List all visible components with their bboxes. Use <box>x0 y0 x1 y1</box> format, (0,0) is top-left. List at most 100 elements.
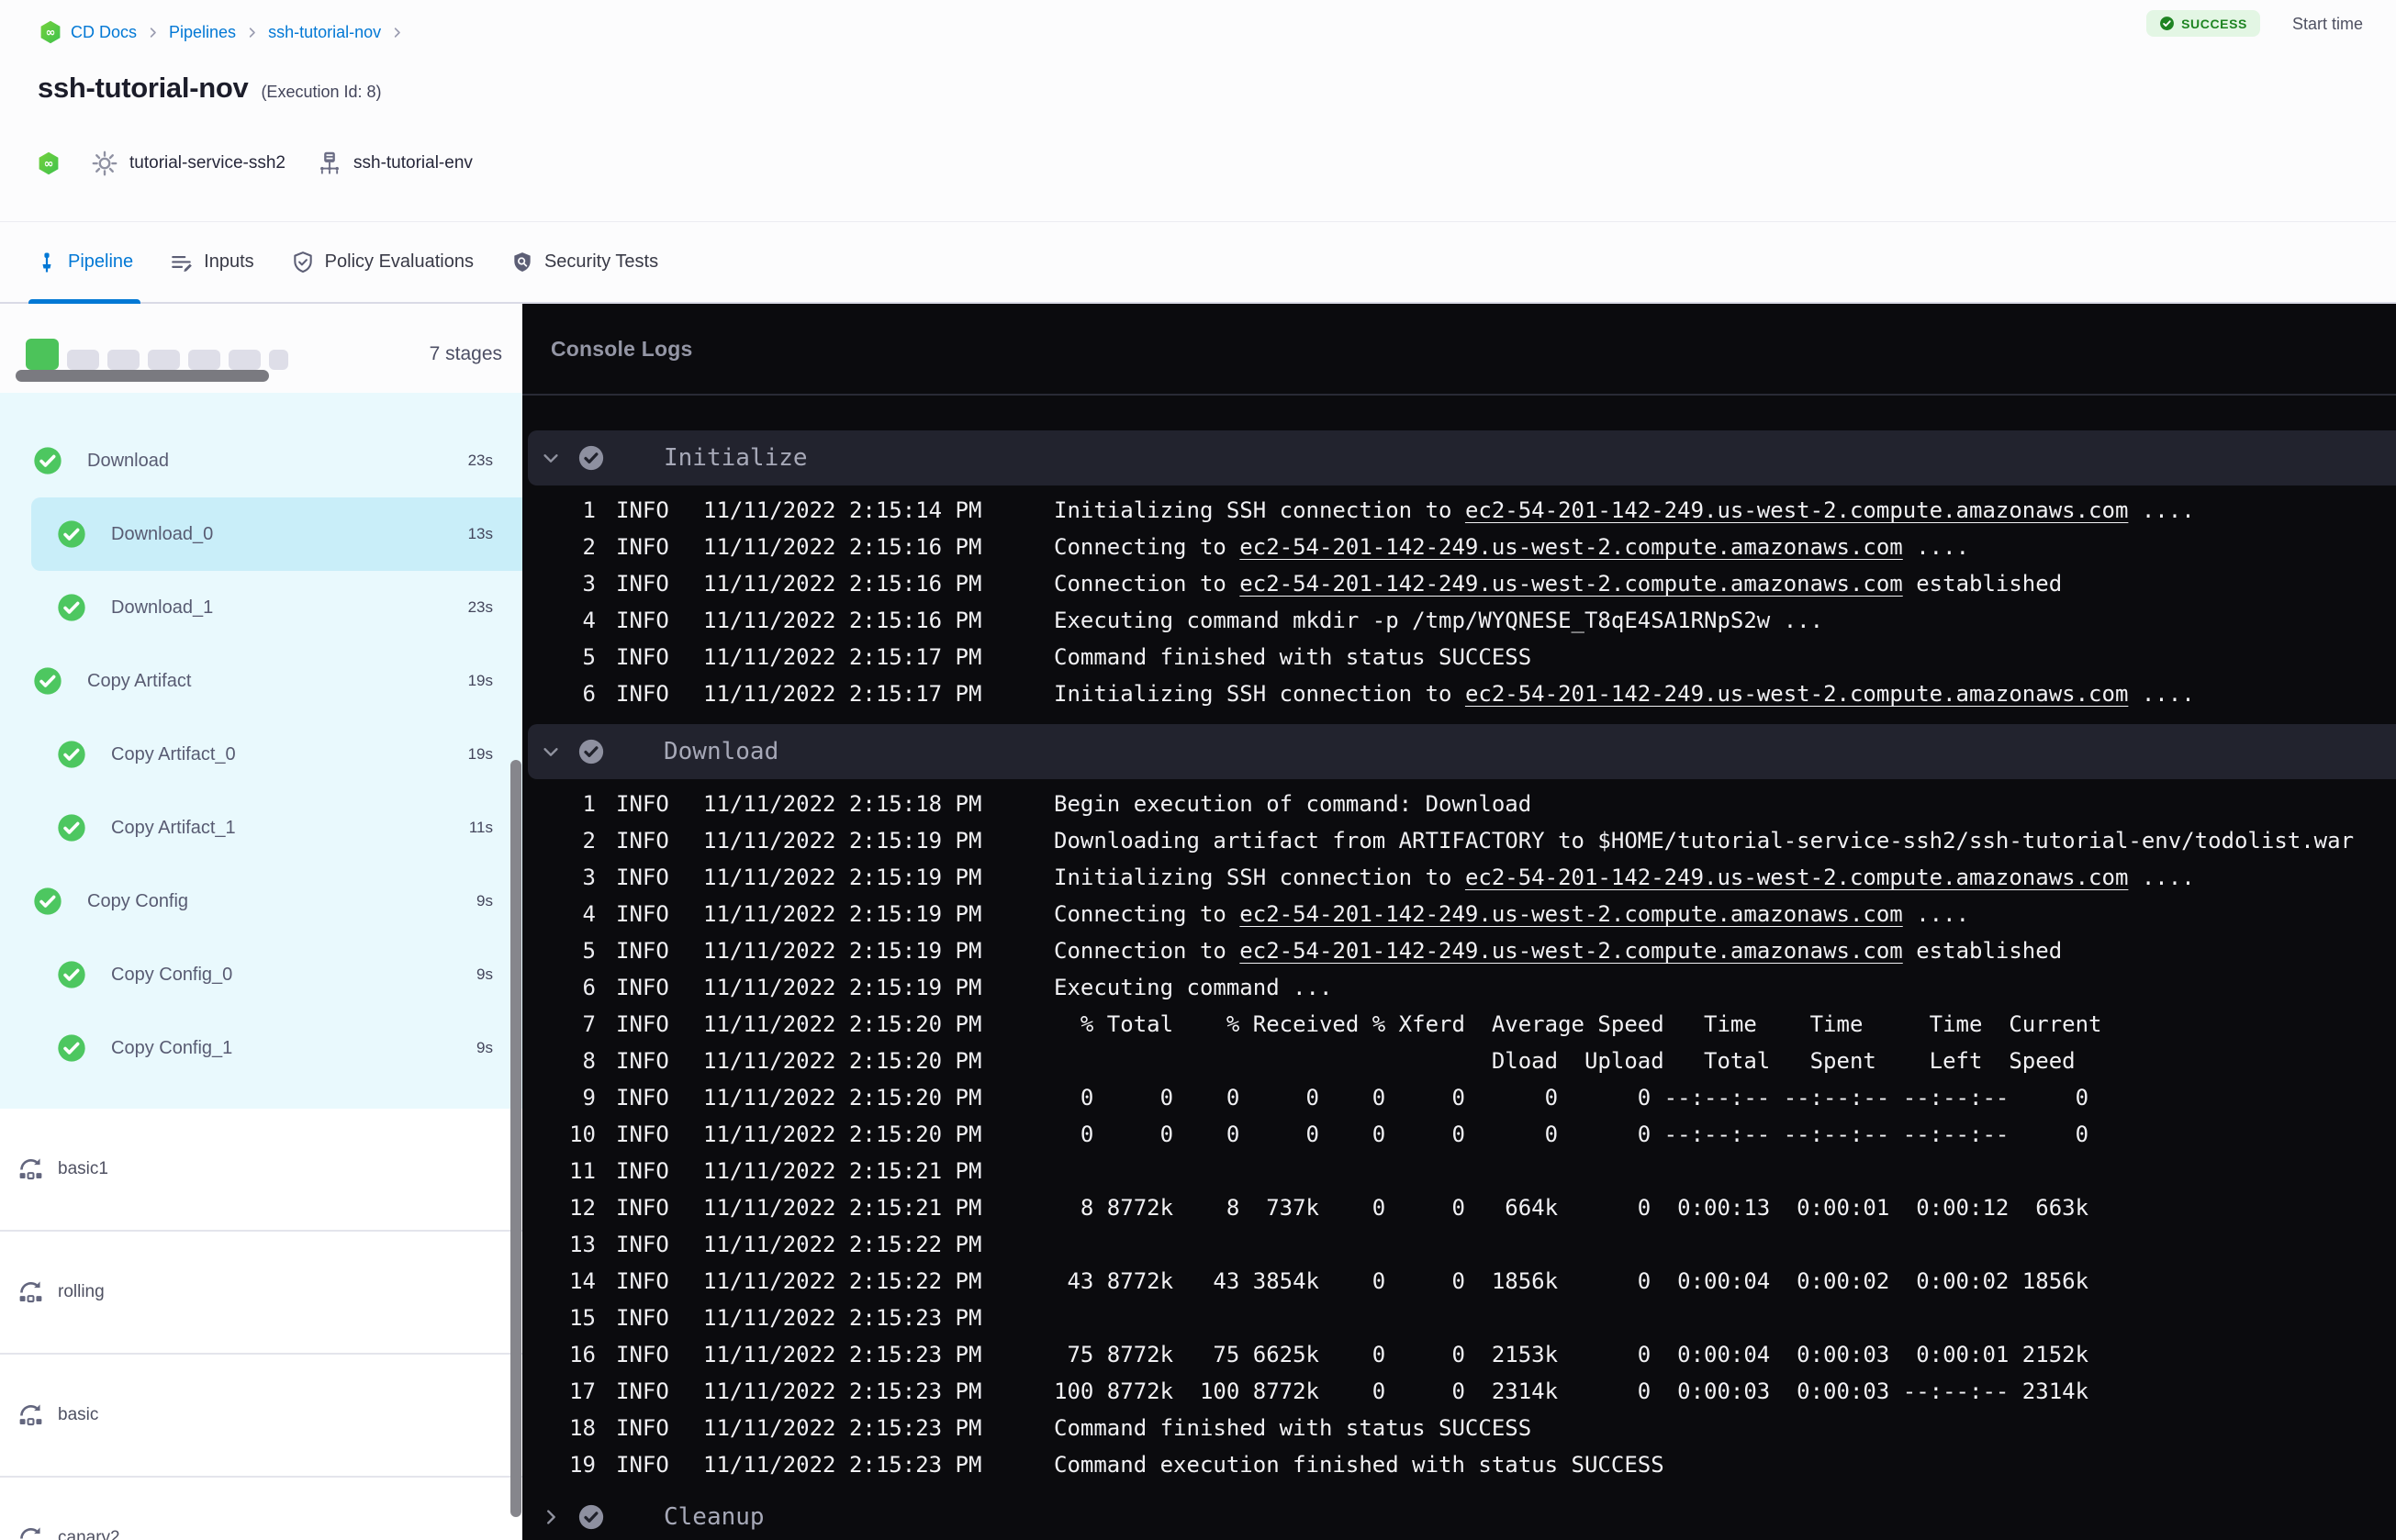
gear-icon <box>91 150 118 177</box>
log-text: Connection to <box>1054 571 1240 597</box>
log-line-number: 5 <box>582 644 596 670</box>
log-level: INFO <box>616 534 669 560</box>
breadcrumb: ∞ CD Docs Pipelines ssh-tutorial-nov <box>39 18 404 46</box>
host-row[interactable]: rolling <box>0 1232 522 1355</box>
log-message: Initializing SSH connection to ec2-54-20… <box>1054 497 2396 523</box>
stage-name: Copy Artifact <box>87 670 192 691</box>
host-row[interactable]: basic <box>0 1355 522 1478</box>
stage-row[interactable]: Copy Config_0 9s <box>0 938 522 1011</box>
stage-row[interactable]: Download_0 13s <box>31 497 522 571</box>
log-section-title: Initialize <box>664 444 808 472</box>
log-host-link[interactable]: ec2-54-201-142-249.us-west-2.compute.ama… <box>1239 571 1902 597</box>
log-timestamp: 11/11/2022 2:15:17 PM <box>703 644 982 670</box>
stage-progress-segment <box>67 350 99 370</box>
tab-pipeline[interactable]: Pipeline <box>28 222 141 304</box>
log-line-number: 4 <box>582 901 596 927</box>
log-level: INFO <box>616 1415 669 1441</box>
stage-duration: 19s <box>467 672 493 689</box>
log-message: 8 8772k 8 737k 0 0 664k 0 0:00:13 0:00:0… <box>1054 1195 2396 1221</box>
sidebar-scrollbar[interactable] <box>510 760 521 1517</box>
log-level: INFO <box>616 1305 669 1331</box>
log-host-link[interactable]: ec2-54-201-142-249.us-west-2.compute.ama… <box>1239 901 1902 927</box>
log-host-link[interactable]: ec2-54-201-142-249.us-west-2.compute.ama… <box>1239 534 1902 560</box>
stage-name: Download_1 <box>111 597 214 618</box>
stage-row[interactable]: Copy Config_1 9s <box>0 1011 522 1085</box>
log-line-number: 18 <box>569 1415 596 1441</box>
log-message: 0 0 0 0 0 0 0 0 --:--:-- --:--:-- --:--:… <box>1054 1085 2396 1110</box>
log-line-number: 6 <box>582 975 596 1000</box>
tab-security-tests[interactable]: Security Tests <box>510 222 658 302</box>
host-label: canary2 <box>58 1528 120 1540</box>
breadcrumb-link[interactable]: Pipelines <box>169 23 236 42</box>
log-line: 13 INFO 11/11/2022 2:15:22 PM <box>522 1226 2396 1263</box>
tab-policy-evaluations[interactable]: Policy Evaluations <box>291 222 474 302</box>
stage-row[interactable]: Download 23s <box>0 424 522 497</box>
stages-count: 7 stages <box>429 343 502 364</box>
check-circle-green-icon <box>33 666 62 696</box>
check-circle-green-icon <box>57 813 86 843</box>
status-badge-label: SUCCESS <box>2181 16 2247 31</box>
log-text: Command execution finished with status S… <box>1054 1452 1664 1478</box>
start-time-label: Start time <box>2292 15 2364 33</box>
chevron-down-icon <box>541 448 561 468</box>
environment-name[interactable]: ssh-tutorial-env <box>353 153 473 173</box>
log-timestamp: 11/11/2022 2:15:21 PM <box>703 1195 982 1221</box>
log-line: 2 INFO 11/11/2022 2:15:19 PM Downloading ar… <box>522 822 2396 859</box>
log-line-number: 19 <box>569 1452 596 1478</box>
service-name[interactable]: tutorial-service-ssh2 <box>129 153 286 173</box>
page-header: ∞ CD Docs Pipelines ssh-tutorial-nov ssh-tu… <box>0 0 2396 222</box>
log-host-link[interactable]: ec2-54-201-142-249.us-west-2.compute.ama… <box>1465 865 2128 890</box>
log-timestamp: 11/11/2022 2:15:19 PM <box>703 938 982 964</box>
log-timestamp: 11/11/2022 2:15:23 PM <box>703 1452 982 1478</box>
log-message: Command finished with status SUCCESS <box>1054 1415 2396 1441</box>
log-text: Begin execution of command: Download <box>1054 791 1532 817</box>
log-section-title: Cleanup <box>664 1503 765 1531</box>
log-text: .... <box>1902 534 1970 560</box>
log-message: % Total % Received % Xferd Average Speed… <box>1054 1011 2396 1037</box>
tab-inputs[interactable]: Inputs <box>170 222 254 302</box>
host-label: basic1 <box>58 1159 108 1178</box>
log-timestamp: 11/11/2022 2:15:21 PM <box>703 1158 982 1184</box>
log-timestamp: 11/11/2022 2:15:19 PM <box>703 865 982 890</box>
log-line: 5 INFO 11/11/2022 2:15:19 PM Connection to … <box>522 932 2396 969</box>
log-host-link[interactable]: ec2-54-201-142-249.us-west-2.compute.ama… <box>1465 497 2128 523</box>
log-line-number: 4 <box>582 608 596 633</box>
stage-row[interactable]: Copy Artifact_1 11s <box>0 791 522 865</box>
breadcrumb-link[interactable]: ssh-tutorial-nov <box>268 23 381 42</box>
log-level: INFO <box>616 608 669 633</box>
log-section-header[interactable]: Initialize <box>528 430 2396 485</box>
stage-name: Copy Config_0 <box>111 964 233 985</box>
chevron-right-icon <box>541 1507 561 1527</box>
log-message: Initializing SSH connection to ec2-54-20… <box>1054 865 2396 890</box>
console-logs-panel: Console Logs Initialize 1 INFO 11/11/2022 2… <box>522 304 2396 1540</box>
stage-duration: 9s <box>476 965 493 983</box>
log-message: Executing command mkdir -p /tmp/WYQNESE_… <box>1054 608 2396 633</box>
host-label: basic <box>58 1405 99 1424</box>
host-row[interactable]: basic1 <box>0 1109 522 1232</box>
log-level: INFO <box>616 1195 669 1221</box>
log-section-header[interactable]: Cleanup <box>528 1493 2396 1540</box>
stage-progress-segment <box>26 339 59 370</box>
log-level: INFO <box>616 681 669 707</box>
stage-row[interactable]: Copy Artifact_0 19s <box>0 718 522 791</box>
stage-row[interactable]: Copy Config 9s <box>0 865 522 938</box>
log-level: INFO <box>616 571 669 597</box>
log-line-number: 1 <box>582 497 596 523</box>
log-host-link[interactable]: ec2-54-201-142-249.us-west-2.compute.ama… <box>1465 681 2128 707</box>
chevron-right-icon <box>245 26 259 39</box>
stage-row[interactable]: Copy Artifact 19s <box>0 644 522 718</box>
stage-row[interactable]: Download_1 23s <box>0 571 522 644</box>
execution-id: (Execution Id: 8) <box>261 83 382 101</box>
graph-scrollbar[interactable] <box>16 370 269 382</box>
log-line: 8 INFO 11/11/2022 2:15:20 PM Dload Upload … <box>522 1043 2396 1079</box>
log-timestamp: 11/11/2022 2:15:16 PM <box>703 571 982 597</box>
log-line: 15 INFO 11/11/2022 2:15:23 PM <box>522 1300 2396 1336</box>
log-timestamp: 11/11/2022 2:15:17 PM <box>703 681 982 707</box>
log-host-link[interactable]: ec2-54-201-142-249.us-west-2.compute.ama… <box>1239 938 1902 964</box>
log-timestamp: 11/11/2022 2:15:16 PM <box>703 534 982 560</box>
log-line-number: 3 <box>582 865 596 890</box>
host-row[interactable]: canary2 <box>0 1478 522 1540</box>
breadcrumb-link[interactable]: CD Docs <box>71 23 137 42</box>
log-line: 17 INFO 11/11/2022 2:15:23 PM 100 8772k 100… <box>522 1373 2396 1410</box>
log-section-header[interactable]: Download <box>528 724 2396 779</box>
